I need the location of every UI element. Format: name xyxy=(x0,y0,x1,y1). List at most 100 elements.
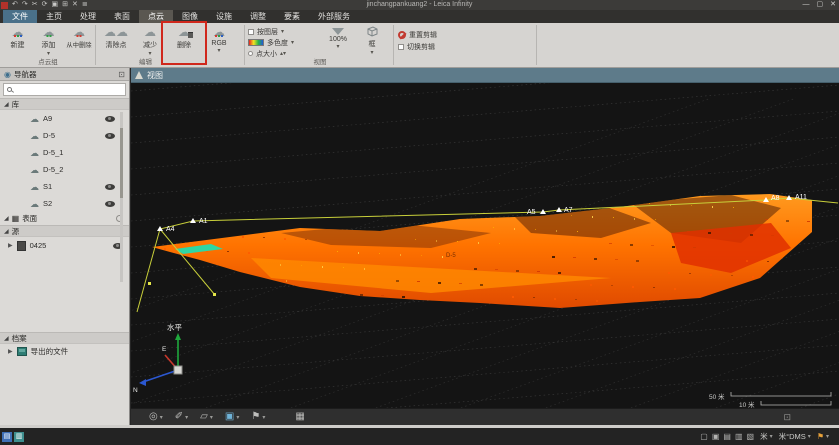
tab-infrastructure[interactable]: 设施 xyxy=(207,10,241,23)
point-cloud[interactable]: D-5 xyxy=(151,193,812,308)
tab-adjustments[interactable]: 调整 xyxy=(241,10,275,23)
distance-unit-selector[interactable]: 米 ▾ xyxy=(760,431,773,442)
section-library[interactable]: ◢ 库 xyxy=(0,98,129,110)
checkbox-icon[interactable] xyxy=(398,44,404,50)
tree-item-0425[interactable]: ▶ 0425 xyxy=(0,237,129,254)
taskbar-app-icon-2[interactable]: ▥ xyxy=(14,432,24,442)
chevron-down-icon: ▾ xyxy=(291,39,294,46)
tab-processing[interactable]: 处理 xyxy=(71,10,105,23)
chevron-down-icon[interactable]: ▾ xyxy=(185,414,188,421)
by-layer-option[interactable]: 按图层 ▾ xyxy=(248,27,320,36)
tree-item-exported-files[interactable]: ▶ 导出的文件 xyxy=(0,344,129,359)
traverse-node xyxy=(213,293,216,296)
ribbon-separator xyxy=(95,25,96,65)
axis-n-label: N xyxy=(133,387,138,394)
flag-icon: ⚑ xyxy=(817,432,824,441)
tree-item-D-5_1[interactable]: ☁ D-5_1 xyxy=(0,144,129,161)
collapse-arrow-icon[interactable]: ◢ xyxy=(4,228,9,235)
title-bar: ↶ ↷ ✂ ⟳ ▣ ⊞ ✕ ≣ jinchangpankuang2 - Leic… xyxy=(0,0,839,10)
tab-home[interactable]: 主页 xyxy=(37,10,71,23)
chevron-down-icon[interactable]: ▾ xyxy=(236,414,239,421)
group-label-pointcloud: 点云组 xyxy=(2,56,94,66)
toggle-clip-option[interactable]: 切换剪辑 xyxy=(398,41,534,53)
chevron-down-icon[interactable]: ▾ xyxy=(210,414,213,421)
orbit-tool[interactable]: ◎ ▾ xyxy=(149,411,163,423)
navigator-search-input[interactable] xyxy=(3,83,126,96)
cube-icon xyxy=(365,25,379,38)
scene-canvas[interactable]: D-5 A4 A1 A5 A7 A8 A11 水平 xyxy=(131,83,839,408)
cloud-add-icon: ☁ xyxy=(43,25,55,39)
chevron-down-icon[interactable]: ▾ xyxy=(262,414,265,421)
close-button[interactable]: ✕ xyxy=(830,0,836,10)
tree-item-S2[interactable]: ☁ S2 xyxy=(0,195,129,212)
remove-from-pointcloud-button[interactable]: ☁ 从中删除 xyxy=(64,23,94,57)
collapse-arrow-icon[interactable]: ◢ xyxy=(4,335,9,342)
taskbar-app-icon-1[interactable]: ▤ xyxy=(2,432,12,442)
layout-icon[interactable]: ▥ xyxy=(735,432,743,441)
add-to-pointcloud-button[interactable]: ☁ 添加 ▾ xyxy=(33,23,64,57)
expand-arrow-icon[interactable]: ▶ xyxy=(8,242,13,249)
flag-status-selector[interactable]: ⚑ ▾ xyxy=(817,432,829,441)
marker-label: A4 xyxy=(166,226,175,233)
tab-file[interactable]: 文件 xyxy=(3,10,37,23)
scale-10-bar xyxy=(761,401,831,405)
color-gradient-icon xyxy=(248,39,264,46)
angle-unit-selector[interactable]: 米°DMS ▾ xyxy=(779,431,811,442)
viewport-settings-button[interactable]: ⊡ xyxy=(783,412,791,423)
filter-tool[interactable]: ⚑ ▾ xyxy=(251,411,265,423)
view-cube-tool[interactable]: ▣ ▾ xyxy=(225,411,239,423)
layout-icon[interactable]: ▣ xyxy=(712,432,720,441)
layout-icon[interactable]: ▤ xyxy=(723,432,731,441)
pin-icon[interactable]: ⊡ xyxy=(118,70,125,79)
rgb-button[interactable]: ☁ RGB ▾ xyxy=(202,23,236,57)
tree-item-D-5_2[interactable]: ☁ D-5_2 xyxy=(0,161,129,178)
tree-item-D-5[interactable]: ☁ D-5 xyxy=(0,127,129,144)
visibility-eye-icon[interactable] xyxy=(105,133,115,139)
tab-services[interactable]: 外部服务 xyxy=(309,10,359,23)
section-tool[interactable]: ▱ ▾ xyxy=(200,411,213,423)
new-pointcloud-button[interactable]: ☁ 新建 xyxy=(2,23,33,57)
pointcloud-icon: ☁ xyxy=(30,199,39,209)
scrollbar-thumb[interactable] xyxy=(120,128,123,198)
chevron-down-icon: ▾ xyxy=(808,433,811,440)
tab-surfaces[interactable]: 表面 xyxy=(105,10,139,23)
visibility-eye-icon[interactable] xyxy=(105,184,115,190)
checkbox-icon[interactable] xyxy=(248,29,254,35)
ribbon-group-pointcloud: ☁ 新建 ☁ 添加 ▾ ☁ 从中删除 点云组 xyxy=(2,23,94,67)
cloud-clear-icon: ☁☁ xyxy=(104,25,128,39)
multichroma-option[interactable]: 多色度 ▾ xyxy=(248,38,320,47)
visibility-eye-icon[interactable] xyxy=(105,116,115,122)
tree-item-surfaces[interactable]: ◢ ▦ 表面 xyxy=(0,212,129,225)
tab-point-cloud[interactable]: 点云 xyxy=(139,10,173,23)
delete-button[interactable]: ☁ 删除 xyxy=(166,23,202,57)
measure-tool[interactable]: ✐ ▾ xyxy=(175,411,188,423)
tab-imaging[interactable]: 图像 xyxy=(173,10,207,23)
collapse-arrow-icon[interactable]: ◢ xyxy=(4,215,9,222)
maximize-button[interactable]: ▢ xyxy=(817,0,824,10)
grid-toggle[interactable]: ▦ xyxy=(295,411,304,423)
tree-item-A9[interactable]: ☁ A9 xyxy=(0,110,129,127)
collapse-arrow-icon[interactable]: ◢ xyxy=(4,101,9,108)
ribbon-separator xyxy=(536,25,537,65)
reset-clip-button[interactable]: 重置剪辑 xyxy=(398,29,534,41)
viewport-toolbar: ◎ ▾ ✐ ▾ ▱ ▾ ▣ ▾ ⚑ ▾ ▦ ⊡ xyxy=(131,408,839,425)
visibility-eye-icon[interactable] xyxy=(105,201,115,207)
clip-box-button[interactable]: 框 ▾ xyxy=(356,23,388,58)
layout-icon[interactable]: ▧ xyxy=(747,432,755,441)
expand-arrow-icon[interactable]: ▶ xyxy=(8,348,13,355)
reduce-button[interactable]: ☁ 减少 ▾ xyxy=(134,23,166,57)
clear-points-button[interactable]: ☁☁ 清除点 xyxy=(98,23,134,57)
section-archive[interactable]: ◢ 档案 xyxy=(0,332,129,344)
ribbon-group-clip: 重置剪辑 切换剪辑 xyxy=(398,23,534,67)
tree-item-S1[interactable]: ☁ S1 xyxy=(0,178,129,195)
scale-50-label: 50 米 xyxy=(709,392,725,401)
zoom-100-button[interactable]: 100% ▾ xyxy=(320,23,356,58)
pointcloud-icon: ☁ xyxy=(30,114,39,124)
layout-icon[interactable]: ▢ xyxy=(700,432,708,441)
chevron-down-icon[interactable]: ▾ xyxy=(160,414,163,421)
navigator-title: 导航器 xyxy=(14,69,37,80)
section-source[interactable]: ◢ 源 xyxy=(0,225,129,237)
viewport-3d[interactable]: 视图 xyxy=(131,68,839,425)
minimize-button[interactable]: — xyxy=(803,0,810,10)
tab-features[interactable]: 要素 xyxy=(275,10,309,23)
